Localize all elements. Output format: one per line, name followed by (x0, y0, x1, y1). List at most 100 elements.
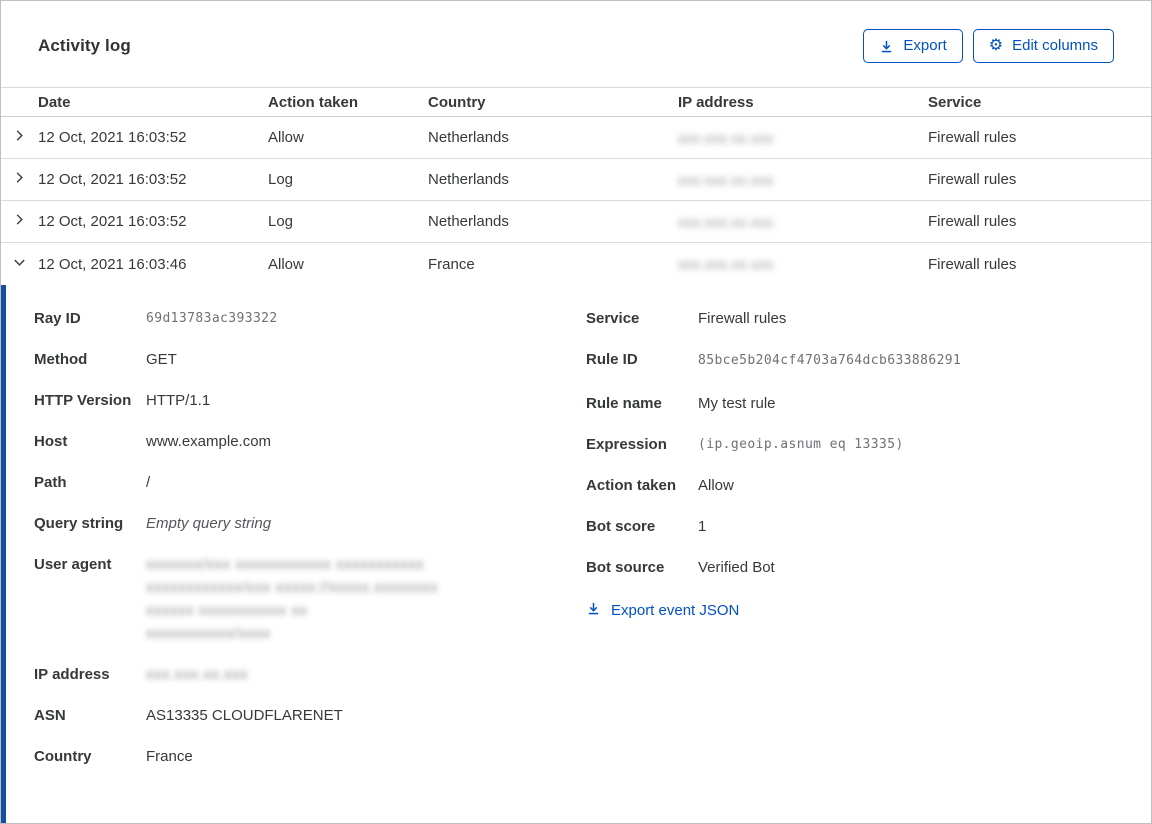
field-label: User agent (34, 556, 112, 573)
detail-field-bot-source: Bot source Verified Bot (586, 556, 1121, 579)
export-event-json-label: Export event JSON (611, 602, 740, 619)
detail-field-bot-score: Bot score 1 (586, 515, 1121, 538)
field-value: 69d13783ac393322 (146, 311, 278, 326)
cell-service: Firewall rules (928, 255, 1017, 273)
cell-date: 12 Oct, 2021 16:03:46 (38, 255, 187, 273)
field-label: Expression (586, 436, 667, 453)
field-value: GET (146, 351, 177, 368)
detail-field-service: Service Firewall rules (586, 307, 1121, 330)
column-header-action-taken: Action taken (268, 93, 359, 111)
detail-field-host: Host www.example.com (34, 430, 586, 453)
field-value: My test rule (698, 395, 776, 412)
field-label: Bot source (586, 559, 665, 576)
field-value: 85bce5b204cf4703a764dcb633886291 (698, 353, 962, 368)
table-header-row: Date Action taken Country IP address Ser… (1, 87, 1151, 117)
field-value: Empty query string (146, 515, 272, 532)
cell-ip-address-redacted: xxx.xxx.xx.xxx (678, 213, 774, 230)
cell-action-taken: Log (268, 171, 294, 188)
field-label: Service (586, 310, 640, 327)
cell-ip-address-redacted: xxx.xxx.xx.xxx (678, 129, 774, 146)
topbar-actions: Export ⚙ Edit columns (863, 29, 1114, 63)
gear-icon: ⚙ (988, 37, 1004, 54)
field-label: Host (34, 433, 68, 450)
field-label: ASN (34, 707, 66, 724)
edit-columns-button-label: Edit columns (1012, 37, 1098, 54)
collapse-row-button[interactable] (1, 243, 38, 285)
detail-field-action-taken: Action taken Allow (586, 474, 1121, 497)
detail-field-http-version: HTTP Version HTTP/1.1 (34, 389, 586, 412)
chevron-right-icon (12, 170, 27, 189)
table-row-expanded[interactable]: 12 Oct, 2021 16:03:46 Allow France xxx.x… (1, 243, 1151, 285)
column-header-service: Service (928, 93, 982, 111)
edit-columns-button[interactable]: ⚙ Edit columns (972, 29, 1114, 63)
detail-field-user-agent: User agent xxxxxxx/xxx xxxxxxxxxxxx xxxx… (34, 553, 586, 645)
detail-field-rule-name: Rule name My test rule (586, 392, 1121, 415)
event-details-left-column: Ray ID 69d13783ac393322 Method GET HTTP … (34, 307, 586, 823)
cell-service: Firewall rules (928, 213, 1017, 230)
detail-field-query-string: Query string Empty query string (34, 512, 586, 535)
chevron-right-icon (12, 128, 27, 147)
cell-date: 12 Oct, 2021 16:03:52 (38, 129, 187, 146)
field-label: Ray ID (34, 310, 81, 327)
field-label: HTTP Version (34, 392, 132, 409)
chevron-right-icon (12, 212, 27, 231)
detail-field-ray-id: Ray ID 69d13783ac393322 (34, 307, 586, 330)
export-button-label: Export (903, 37, 947, 54)
field-value-redacted: xxxxxxx/xxx xxxxxxxxxxxx xxxxxxxxxxx xxx… (146, 556, 439, 642)
detail-field-rule-id: Rule ID 85bce5b204cf4703a764dcb633886291 (586, 348, 1121, 374)
field-value: Verified Bot (698, 559, 775, 576)
field-label: Method (34, 351, 88, 368)
cell-country: Netherlands (428, 213, 509, 230)
field-label: Query string (34, 515, 124, 532)
event-details-panel: Ray ID 69d13783ac393322 Method GET HTTP … (1, 285, 1151, 823)
detail-field-expression: Expression (ip.geoip.asnum eq 13335) (586, 433, 1121, 456)
field-label: Path (34, 474, 67, 491)
cell-country: Netherlands (428, 171, 509, 188)
field-value: Allow (698, 477, 734, 494)
table-row[interactable]: 12 Oct, 2021 16:03:52 Allow Netherlands … (1, 117, 1151, 159)
cell-action-taken: Log (268, 213, 294, 230)
expand-row-button[interactable] (1, 117, 38, 158)
cell-action-taken: Allow (268, 255, 304, 273)
field-value: / (146, 474, 151, 491)
column-header-ip-address: IP address (678, 93, 754, 111)
field-label: Bot score (586, 518, 656, 535)
cell-ip-address-redacted: xxx.xxx.xx.xxx (678, 171, 774, 188)
download-icon (879, 39, 894, 54)
event-details-right-column: Service Firewall rules Rule ID 85bce5b20… (586, 307, 1121, 823)
cell-ip-address-redacted: xxx.xxx.xx.xxx (678, 256, 774, 272)
table-row[interactable]: 12 Oct, 2021 16:03:52 Log Netherlands xx… (1, 201, 1151, 243)
cell-date: 12 Oct, 2021 16:03:52 (38, 213, 187, 230)
page-title: Activity log (38, 36, 131, 55)
column-header-date: Date (38, 93, 71, 111)
cell-service: Firewall rules (928, 129, 1017, 146)
field-value: HTTP/1.1 (146, 392, 211, 409)
export-event-json-link[interactable]: Export event JSON (586, 601, 739, 620)
expand-row-button[interactable] (1, 201, 38, 242)
activity-log-panel: Activity log Export ⚙ Edit columns Date … (0, 0, 1152, 824)
table-row[interactable]: 12 Oct, 2021 16:03:52 Log Netherlands xx… (1, 159, 1151, 201)
cell-service: Firewall rules (928, 171, 1017, 188)
activity-log-table: Date Action taken Country IP address Ser… (1, 87, 1151, 285)
download-icon (586, 601, 601, 620)
field-value: (ip.geoip.asnum eq 13335) (698, 437, 904, 452)
field-label: Country (34, 748, 92, 765)
field-label: Rule ID (586, 351, 638, 368)
field-value: Firewall rules (698, 310, 787, 327)
detail-field-method: Method GET (34, 348, 586, 371)
field-label: Action taken (586, 477, 677, 494)
chevron-down-icon (12, 255, 27, 274)
topbar: Activity log Export ⚙ Edit columns (1, 1, 1151, 87)
expand-row-button[interactable] (1, 159, 38, 200)
cell-country: France (428, 255, 475, 273)
field-label: Rule name (586, 395, 662, 412)
field-value-redacted: xxx.xxx.xx.xxx (146, 666, 249, 683)
field-value: AS13335 CLOUDFLARENET (146, 707, 343, 724)
cell-country: Netherlands (428, 129, 509, 146)
export-button[interactable]: Export (863, 29, 963, 63)
detail-field-ip-address: IP address xxx.xxx.xx.xxx (34, 663, 586, 686)
field-value: 1 (698, 518, 707, 535)
column-header-country: Country (428, 93, 486, 111)
detail-field-asn: ASN AS13335 CLOUDFLARENET (34, 704, 586, 727)
field-value: www.example.com (146, 433, 272, 450)
